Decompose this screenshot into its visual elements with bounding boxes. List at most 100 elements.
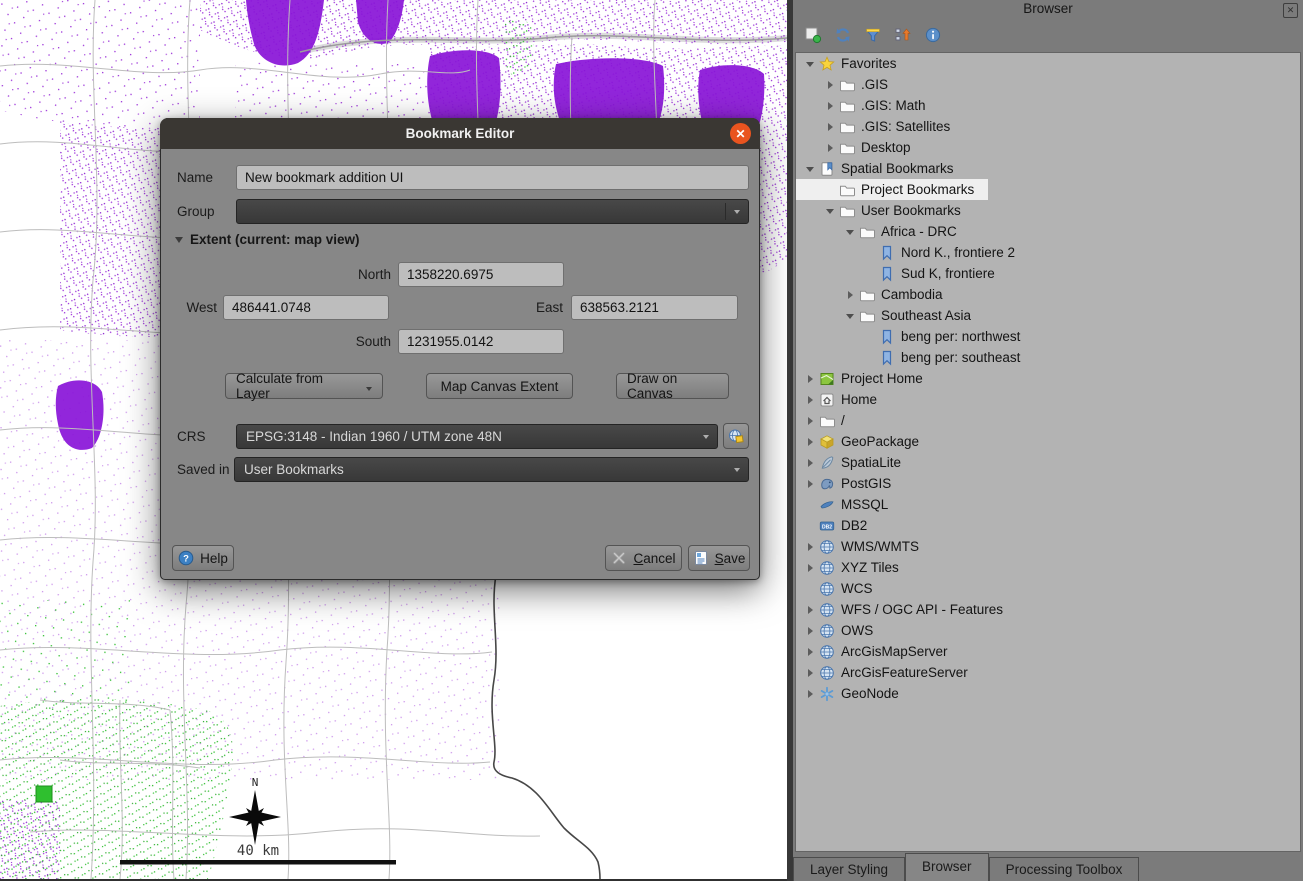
tree-item-cambodia[interactable]: Cambodia	[796, 284, 1300, 305]
collapse-arrow-icon[interactable]	[844, 305, 856, 326]
tree-item-favorites[interactable]: Favorites	[796, 53, 1300, 74]
geopackage-icon	[819, 434, 835, 450]
tree-item-gis[interactable]: .GIS	[796, 74, 1300, 95]
help-button[interactable]: ? Help	[172, 545, 234, 571]
group-combo[interactable]	[236, 199, 749, 224]
collapse-arrow-icon[interactable]	[824, 200, 836, 221]
expand-arrow-icon[interactable]	[804, 368, 816, 389]
tree-item-arcgismapserver[interactable]: ArcGisMapServer	[796, 641, 1300, 662]
name-input[interactable]	[236, 165, 749, 190]
expand-arrow-icon[interactable]	[844, 284, 856, 305]
tab-layer-styling[interactable]: Layer Styling	[793, 857, 905, 881]
expand-arrow-icon[interactable]	[804, 620, 816, 641]
globe-icon	[819, 644, 835, 660]
cancel-button[interactable]: Cancel	[605, 545, 682, 571]
tree-item-root[interactable]: /	[796, 410, 1300, 431]
collapse-arrow-icon[interactable]	[804, 53, 816, 74]
tree-item-nord-k-frontiere-2[interactable]: Nord K., frontiere 2	[796, 242, 1300, 263]
map-canvas-extent-button[interactable]: Map Canvas Extent	[426, 373, 573, 399]
tree-item-project-home[interactable]: Project Home	[796, 368, 1300, 389]
panel-tabs: Layer StylingBrowserProcessing Toolbox	[793, 853, 1139, 881]
tree-item-label: Home	[841, 392, 877, 407]
expand-arrow-icon[interactable]	[804, 536, 816, 557]
map-canvas-extent-label: Map Canvas Extent	[441, 379, 559, 394]
tree-item-project-bookmarks[interactable]: Project Bookmarks	[796, 179, 988, 200]
tree-item-geopackage[interactable]: GeoPackage	[796, 431, 1300, 452]
panel-close-icon[interactable]: ✕	[1283, 3, 1298, 18]
tree-item-wms-wmts[interactable]: WMS/WMTS	[796, 536, 1300, 557]
save-button[interactable]: Save	[688, 545, 750, 571]
tree-item-beng-per-southeast[interactable]: beng per: southeast	[796, 347, 1300, 368]
tree-item-home[interactable]: Home	[796, 389, 1300, 410]
globe-icon	[819, 581, 835, 597]
tree-item-spatial-bookmarks[interactable]: Spatial Bookmarks	[796, 158, 1300, 179]
tree-item-label: Spatial Bookmarks	[841, 161, 954, 176]
tree-item-ows[interactable]: OWS	[796, 620, 1300, 641]
saved-in-combo[interactable]: User Bookmarks	[234, 457, 749, 482]
tree-item-geonode[interactable]: GeoNode	[796, 683, 1300, 704]
collapse-all-button[interactable]	[891, 23, 915, 47]
add-selected-layers-button[interactable]	[801, 23, 825, 47]
expand-arrow-icon[interactable]	[804, 431, 816, 452]
tree-item-mssql[interactable]: MSSQL	[796, 494, 1300, 515]
tree-item-arcgisfeatureserver[interactable]: ArcGisFeatureServer	[796, 662, 1300, 683]
show-properties-button[interactable]	[921, 23, 945, 47]
expand-arrow-icon[interactable]	[804, 641, 816, 662]
tree-item-sud-k-frontiere[interactable]: Sud K, frontiere	[796, 263, 1300, 284]
expand-arrow-icon[interactable]	[824, 74, 836, 95]
collapse-arrow-icon	[175, 237, 183, 247]
extent-section-header[interactable]: Extent (current: map view)	[175, 232, 360, 247]
expand-arrow-icon[interactable]	[804, 662, 816, 683]
expand-arrow-icon[interactable]	[824, 137, 836, 158]
south-input[interactable]	[398, 329, 564, 354]
tree-item-postgis[interactable]: PostGIS	[796, 473, 1300, 494]
tree-item-desktop[interactable]: Desktop	[796, 137, 1300, 158]
save-label: Save	[715, 551, 746, 566]
tree-item-wfs-ogc-api-features[interactable]: WFS / OGC API - Features	[796, 599, 1300, 620]
expander-spacer	[804, 515, 816, 536]
tab-browser[interactable]: Browser	[905, 853, 989, 881]
tree-item-user-bookmarks[interactable]: User Bookmarks	[796, 200, 1300, 221]
tree-item-xyz-tiles[interactable]: XYZ Tiles	[796, 557, 1300, 578]
expand-arrow-icon[interactable]	[804, 683, 816, 704]
east-input[interactable]	[571, 295, 738, 320]
tree-item-spatialite[interactable]: SpatiaLite	[796, 452, 1300, 473]
expand-arrow-icon[interactable]	[804, 473, 816, 494]
expand-arrow-icon[interactable]	[824, 116, 836, 137]
tree-item-wcs[interactable]: WCS	[796, 578, 1300, 599]
tree-item-southeast-asia[interactable]: Southeast Asia	[796, 305, 1300, 326]
north-input[interactable]	[398, 262, 564, 287]
expand-arrow-icon[interactable]	[804, 410, 816, 431]
collapse-arrow-icon[interactable]	[844, 221, 856, 242]
tree-item-label: ArcGisFeatureServer	[841, 665, 968, 680]
close-icon[interactable]: ✕	[730, 123, 751, 144]
tree-item-gis-satellites[interactable]: .GIS: Satellites	[796, 116, 1300, 137]
tree-item-label: Project Home	[841, 371, 923, 386]
dialog-titlebar[interactable]: Bookmark Editor ✕	[160, 118, 760, 149]
group-label: Group	[177, 199, 215, 224]
calculate-from-layer-button[interactable]: Calculate from Layer	[225, 373, 383, 399]
expander-spacer	[864, 326, 876, 347]
tree-item-label: /	[841, 413, 845, 428]
tree-item-africa-drc[interactable]: Africa - DRC	[796, 221, 1300, 242]
tree-item-label: MSSQL	[841, 497, 888, 512]
refresh-button[interactable]	[831, 23, 855, 47]
collapse-arrow-icon[interactable]	[804, 158, 816, 179]
tree-item-gis-math[interactable]: .GIS: Math	[796, 95, 1300, 116]
select-crs-button[interactable]	[723, 423, 749, 449]
filter-browser-button[interactable]	[861, 23, 885, 47]
west-input[interactable]	[223, 295, 389, 320]
browser-tree: Favorites.GIS.GIS: Math.GIS: SatellitesD…	[795, 52, 1301, 852]
expand-arrow-icon[interactable]	[804, 599, 816, 620]
tree-item-db2[interactable]: DB2	[796, 515, 1300, 536]
draw-on-canvas-button[interactable]: Draw on Canvas	[616, 373, 729, 399]
expand-arrow-icon[interactable]	[804, 452, 816, 473]
expand-arrow-icon[interactable]	[804, 557, 816, 578]
tab-processing-toolbox[interactable]: Processing Toolbox	[989, 857, 1140, 881]
tree-item-beng-per-northwest[interactable]: beng per: northwest	[796, 326, 1300, 347]
tree-item-label: SpatiaLite	[841, 455, 901, 470]
expand-arrow-icon[interactable]	[804, 389, 816, 410]
crs-combo[interactable]: EPSG:3148 - Indian 1960 / UTM zone 48N	[236, 424, 718, 449]
globe-icon	[819, 560, 835, 576]
expand-arrow-icon[interactable]	[824, 95, 836, 116]
